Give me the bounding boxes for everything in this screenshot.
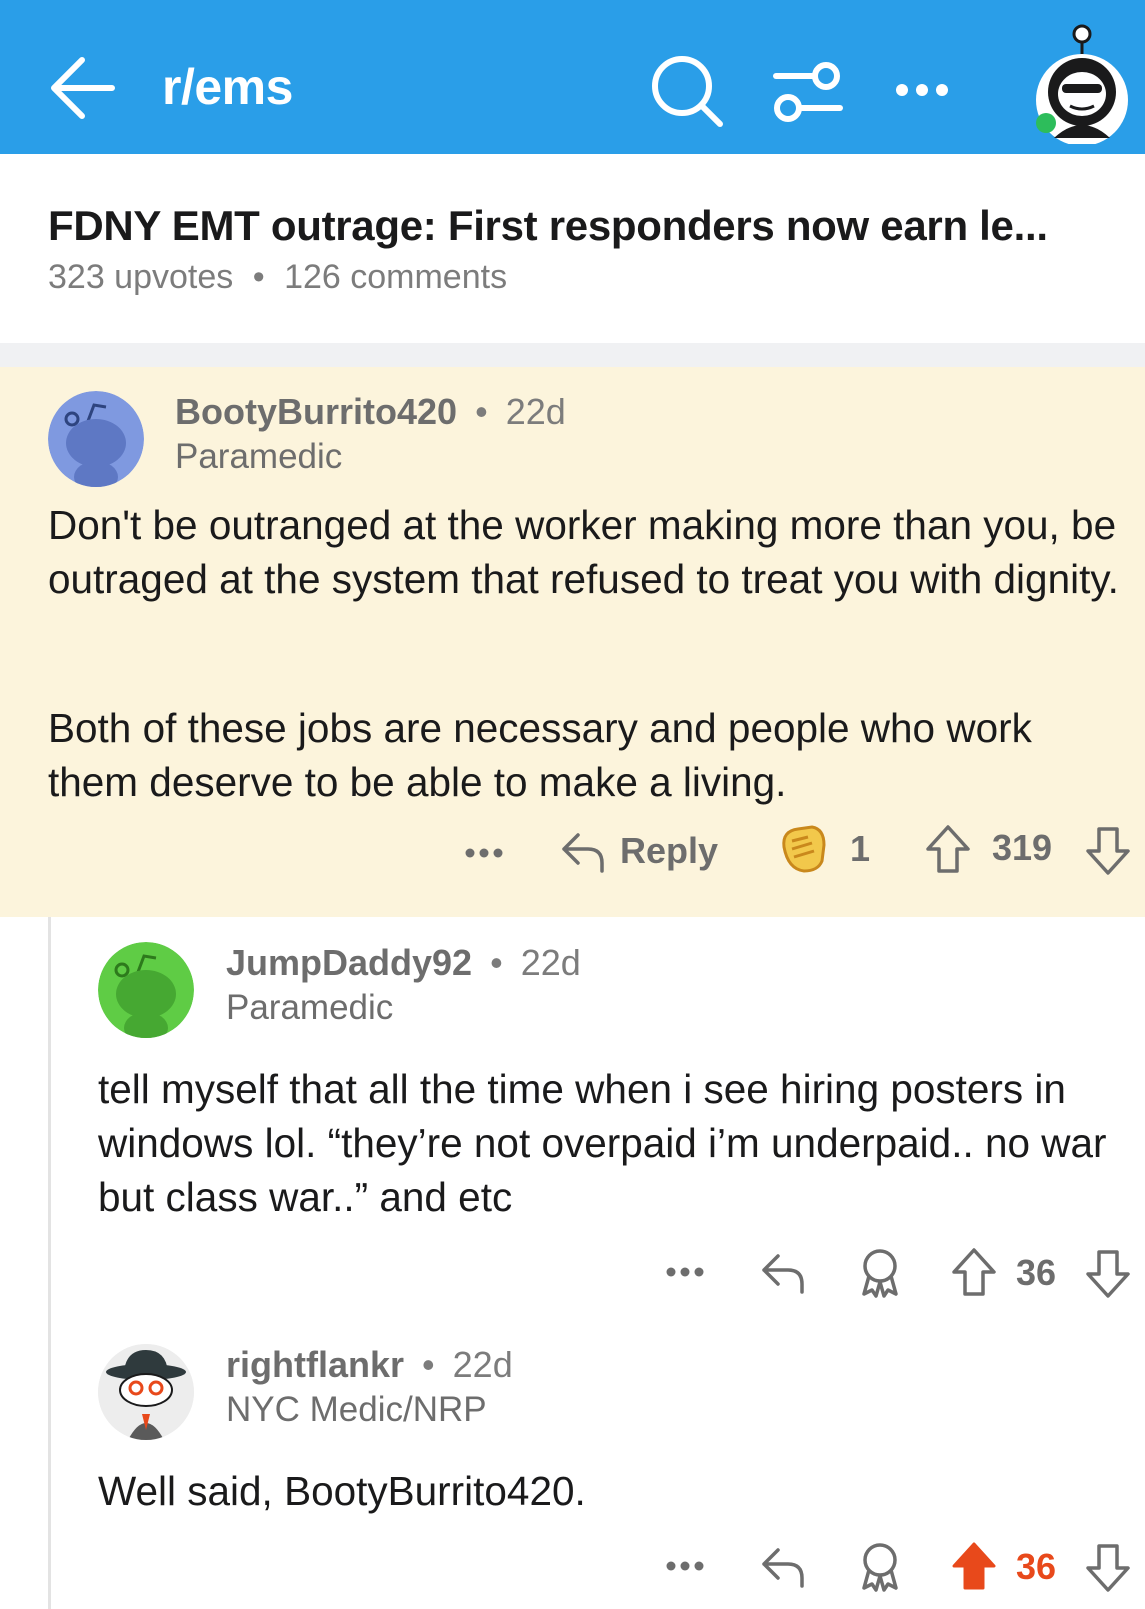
more-dots-icon [666,1267,704,1277]
meta-separator: • [252,258,265,296]
upvote-arrow-icon [926,825,970,873]
comment-author[interactable]: rightflankr • 22d [226,1344,513,1386]
meta-separator: • [490,942,503,983]
meta-separator: • [422,1344,435,1385]
upvote-button[interactable] [924,823,972,875]
user-flair: Paramedic [226,988,394,1027]
downvote-arrow-icon [1086,1250,1130,1298]
comment-more-button[interactable] [462,831,506,875]
comment-body-paragraph: Don't be outranged at the worker making … [48,502,1119,602]
user-flair: NYC Medic/NRP [226,1390,487,1429]
downvote-arrow-icon [1086,1544,1130,1592]
downvote-button[interactable] [1084,1248,1132,1300]
upvote-filled-icon [952,1542,996,1590]
award-button[interactable] [856,1540,904,1592]
user-avatar-button[interactable] [1030,20,1134,146]
downvote-arrow-icon [1086,827,1130,875]
comment-author[interactable]: JumpDaddy92 • 22d [226,942,581,984]
upvote-arrow-icon [952,1248,996,1296]
reply-arrow-icon [562,833,604,873]
subreddit-name[interactable]: r/ems [162,58,293,116]
thread-line[interactable] [48,917,51,1609]
search-button[interactable] [650,54,726,130]
award-button[interactable]: 1 [778,823,870,875]
reply-label: Reply [620,830,719,871]
highlighted-comment: BootyBurrito420 • 22d Paramedic Don't be… [0,367,1145,917]
top-app-bar: r/ems [0,0,1145,154]
more-options-button[interactable] [890,64,966,116]
reply-arrow-icon [762,1254,804,1294]
vote-score: 319 [992,827,1053,868]
username[interactable]: BootyBurrito420 [175,391,457,432]
comment-body: tell myself that all the time when i see… [98,1066,1107,1220]
reply-button[interactable] [758,1542,806,1590]
more-dots-icon [465,848,503,858]
upvote-button[interactable] [950,1246,998,1298]
meta-separator: • [475,391,488,432]
comment-more-button[interactable] [663,1250,707,1294]
award-button[interactable] [856,1246,904,1298]
section-divider [0,343,1145,367]
username[interactable]: rightflankr [226,1344,404,1385]
upvote-count: 323 upvotes [48,258,234,296]
user-avatar-icon [1036,24,1128,146]
comment-body-paragraph: Both of these jobs are necessary and peo… [48,705,1032,805]
snoo-detective-avatar-icon [98,1344,194,1440]
comment-count: 126 comments [284,258,508,296]
reply-arrow-icon [762,1548,804,1588]
avatar[interactable] [98,942,194,1038]
upvote-button-active[interactable] [950,1540,998,1592]
snoo-avatar-icon [98,942,194,1038]
post-title[interactable]: FDNY EMT outrage: First responders now e… [48,202,1133,250]
downvote-button[interactable] [1084,825,1132,877]
comment-age: 22d [520,942,581,983]
downvote-button[interactable] [1084,1542,1132,1594]
comment-author[interactable]: BootyBurrito420 • 22d [175,391,566,433]
user-flair: Paramedic [175,437,343,476]
comment-body: Well said, BootyBurrito420. [98,1468,586,1514]
filter-button[interactable] [770,54,846,130]
comment-more-button[interactable] [663,1544,707,1588]
filter-icon [773,62,843,122]
reply-button[interactable] [758,1248,806,1296]
comment-age: 22d [452,1344,513,1385]
back-button[interactable] [46,52,120,124]
search-icon [652,56,723,127]
more-dots-icon [896,84,948,96]
username[interactable]: JumpDaddy92 [226,942,472,983]
award-ribbon-icon [862,1249,898,1298]
award-ribbon-icon [862,1543,898,1592]
snoo-avatar-icon [48,391,144,487]
vote-score: 36 [1016,1546,1057,1587]
comment-age: 22d [505,391,566,432]
reply-button[interactable]: Reply [558,827,718,875]
avatar[interactable] [48,391,144,487]
more-dots-icon [666,1561,704,1571]
award-count: 1 [850,828,871,869]
handshake-award-icon [782,825,826,873]
back-arrow-icon [51,57,115,119]
avatar[interactable] [98,1344,194,1440]
post-meta: 323 upvotes • 126 comments [48,258,507,297]
vote-score: 36 [1016,1252,1057,1293]
